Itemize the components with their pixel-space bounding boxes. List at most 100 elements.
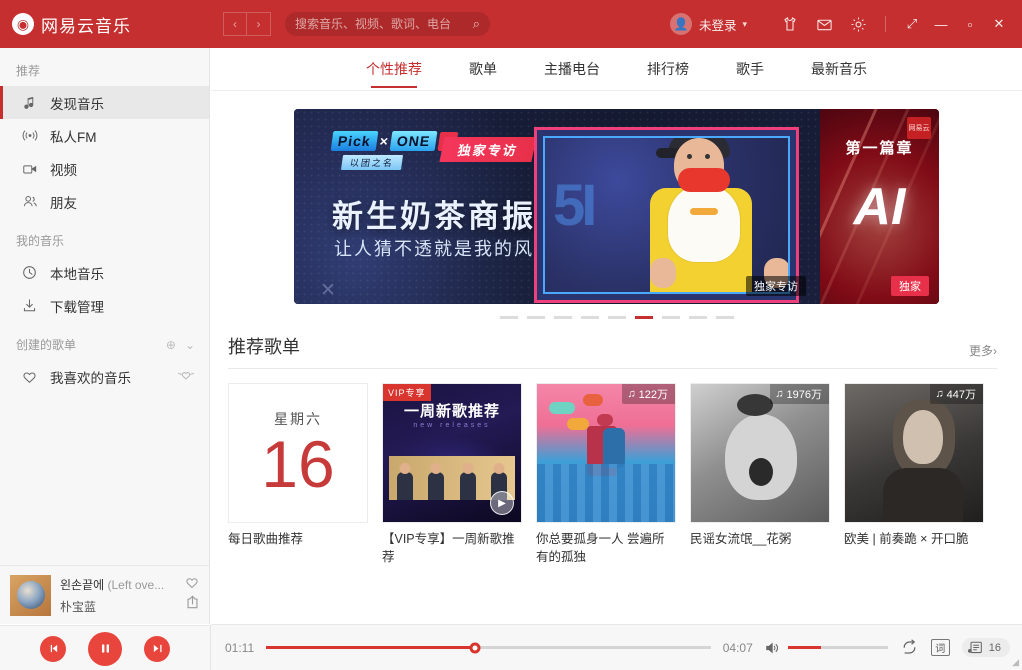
tab-new-music[interactable]: 最新音乐 [811,48,867,91]
banner-subtitle: 让人猜不透就是我的风格 [334,239,554,259]
playlist-title[interactable]: 你总要孤身一人 尝遍所有的孤独 [536,530,676,565]
mail-icon[interactable] [811,11,837,37]
sidebar-item-local-music[interactable]: 本地音乐 [0,256,209,289]
app-logo[interactable]: ◉ 网易云音乐 [12,12,131,37]
sidebar-item-discover-music[interactable]: 发现音乐 [0,86,209,119]
sidebar-item-download-manager[interactable]: 下载管理 [0,289,209,322]
headphone-icon: ♫ [627,388,636,400]
carousel-dot[interactable] [607,316,626,319]
maximize-button[interactable]: ▫ [959,13,981,35]
carousel-dot[interactable] [553,316,572,319]
search-icon[interactable]: ⌕ [473,16,480,32]
playlist-cover[interactable]: ♫ 122万 [536,383,676,523]
carousel-dot[interactable] [688,316,707,319]
playlist-title[interactable]: 【VIP专享】一周新歌推荐 [382,530,522,565]
playlist-title[interactable]: 欧美 | 前奏跪 × 开口脆 [844,530,984,548]
speaker-icon[interactable] [765,641,781,655]
tab-charts[interactable]: 排行榜 [647,48,689,91]
sidebar-item-label: 我喜欢的音乐 [50,370,131,386]
resize-grip-icon[interactable]: ◢ [1012,657,1019,668]
play-count: 447万 [946,389,976,401]
playlist-card[interactable]: ♫ 447万 欧美 | 前奏跪 × 开口脆 [844,383,984,565]
collapse-chevron-icon[interactable]: ⌄ [185,338,195,352]
add-playlist-icon[interactable]: ⊕ [166,338,176,352]
playlist-card[interactable]: ♫ 1976万 民谣女流氓__花粥 [690,383,830,565]
now-playing-title[interactable]: 왼손끝에 (Left ove... [60,576,164,593]
progress-slider[interactable] [266,642,711,653]
play-pause-button[interactable] [88,631,122,666]
now-playing-cover[interactable] [10,574,51,616]
lyrics-icon[interactable]: 词 [930,639,950,656]
play-count-badge: ♫ 447万 [930,384,983,404]
sidebar-group-actions: ⊕ ⌄ [166,338,195,352]
app-header: ◉ 网易云音乐 ‹ › ⌕ 👤 未登录 ▾ [0,0,1022,48]
playlist-cover[interactable]: ♫ 447万 [844,383,984,523]
previous-track-button[interactable] [40,635,66,662]
carousel-dot[interactable] [661,316,680,319]
play-count-badge: ♫ 1976万 [770,384,829,404]
banner-right-panel[interactable]: 网易云 第一篇章 AI 独家 [820,109,939,304]
play-button[interactable]: ▶ [490,491,514,515]
progress-knob[interactable] [469,642,481,653]
queue-count: 16 [988,641,1001,654]
carousel-dot[interactable] [499,316,518,319]
more-label: 更多 [968,344,993,358]
now-playing-artist[interactable]: 朴宝蓝 [60,598,96,615]
user-menu[interactable]: 👤 未登录 ▾ [669,13,747,35]
nav-forward-button[interactable]: › [247,12,271,36]
tab-artists[interactable]: 歌手 [736,48,764,91]
main-content: 个性推荐 歌单 主播电台 排行榜 歌手 最新音乐 Pick × ONE 7 [211,48,1022,565]
share-icon[interactable] [180,595,199,612]
playlist-cover[interactable]: ♫ 1976万 [690,383,830,523]
mini-player-button[interactable]: ⤢ [901,13,923,35]
nav-back-button[interactable]: ‹ [223,12,247,36]
search-input[interactable] [295,17,469,31]
tab-radio[interactable]: 主播电台 [544,48,600,91]
next-track-button[interactable] [144,635,170,662]
minimize-button[interactable]: — [930,13,952,35]
progress-fill [266,646,476,649]
heart-wings-icon[interactable] [177,369,195,384]
volume-slider[interactable] [787,646,888,649]
carousel-dot[interactable] [715,316,734,319]
banner-exclusive-ribbon: 独家专访 [439,137,537,162]
banner-slide[interactable]: Pick × ONE 7 以团之名 独家专访 新生奶茶商振博 让人猜不透就是我的… [294,109,939,304]
tab-playlists[interactable]: 歌单 [469,48,497,91]
section-title: 推荐歌单 [228,337,300,357]
sidebar-item-friends[interactable]: 朋友 [0,185,209,218]
repeat-icon[interactable] [900,639,919,656]
playlist-cover[interactable]: VIP专享 一周新歌推荐 new releases ▶ [382,383,522,523]
playlist-title[interactable]: 每日歌曲推荐 [228,530,368,548]
volume-control[interactable] [765,641,888,655]
playlist-queue-button[interactable]: 16 [961,638,1010,657]
sidebar-item-my-favorite-music[interactable]: 我喜欢的音乐 [0,360,209,393]
heart-outline-icon[interactable] [179,576,199,592]
carousel-dot[interactable] [526,316,545,319]
content-tabs: 个性推荐 歌单 主播电台 排行榜 歌手 最新音乐 [211,48,1022,91]
carousel-dot-active[interactable] [634,316,653,319]
current-time-label: 01:11 [225,640,255,655]
player-right-controls: 词 16 [765,638,1010,657]
carousel-dot[interactable] [580,316,599,319]
sidebar-item-personal-fm[interactable]: 私人FM [0,119,209,152]
netease-music-window: ◉ 网易云音乐 ‹ › ⌕ 👤 未登录 ▾ [0,0,1022,670]
playlist-title[interactable]: 民谣女流氓__花粥 [690,530,830,548]
calendar-weekday: 星期六 [274,411,322,427]
playlist-card[interactable]: 星期六 16 每日歌曲推荐 [228,383,368,565]
tshirt-icon[interactable] [777,11,803,37]
playlist-card[interactable]: VIP专享 一周新歌推荐 new releases ▶ 【VIP专享】一周新歌推… [382,383,522,565]
download-icon [22,298,41,313]
brand-x-icon: × [378,133,390,149]
sidebar-item-video[interactable]: 视频 [0,152,209,185]
chevron-down-icon: ▾ [742,18,747,29]
playlist-cover[interactable]: 星期六 16 [228,383,368,523]
section-more-link[interactable]: 更多› [969,342,997,359]
gear-icon[interactable] [845,11,871,37]
tab-personal-recommend[interactable]: 个性推荐 [366,48,422,91]
close-button[interactable]: ✕ [988,13,1010,35]
user-avatar-icon: 👤 [669,13,692,35]
playlist-card[interactable]: ♫ 122万 你总要孤身一人 尝遍所有的孤独 [536,383,676,565]
app-title: 网易云音乐 [41,16,131,36]
carousel-dots [294,316,939,319]
search-box[interactable]: ⌕ [285,12,490,36]
